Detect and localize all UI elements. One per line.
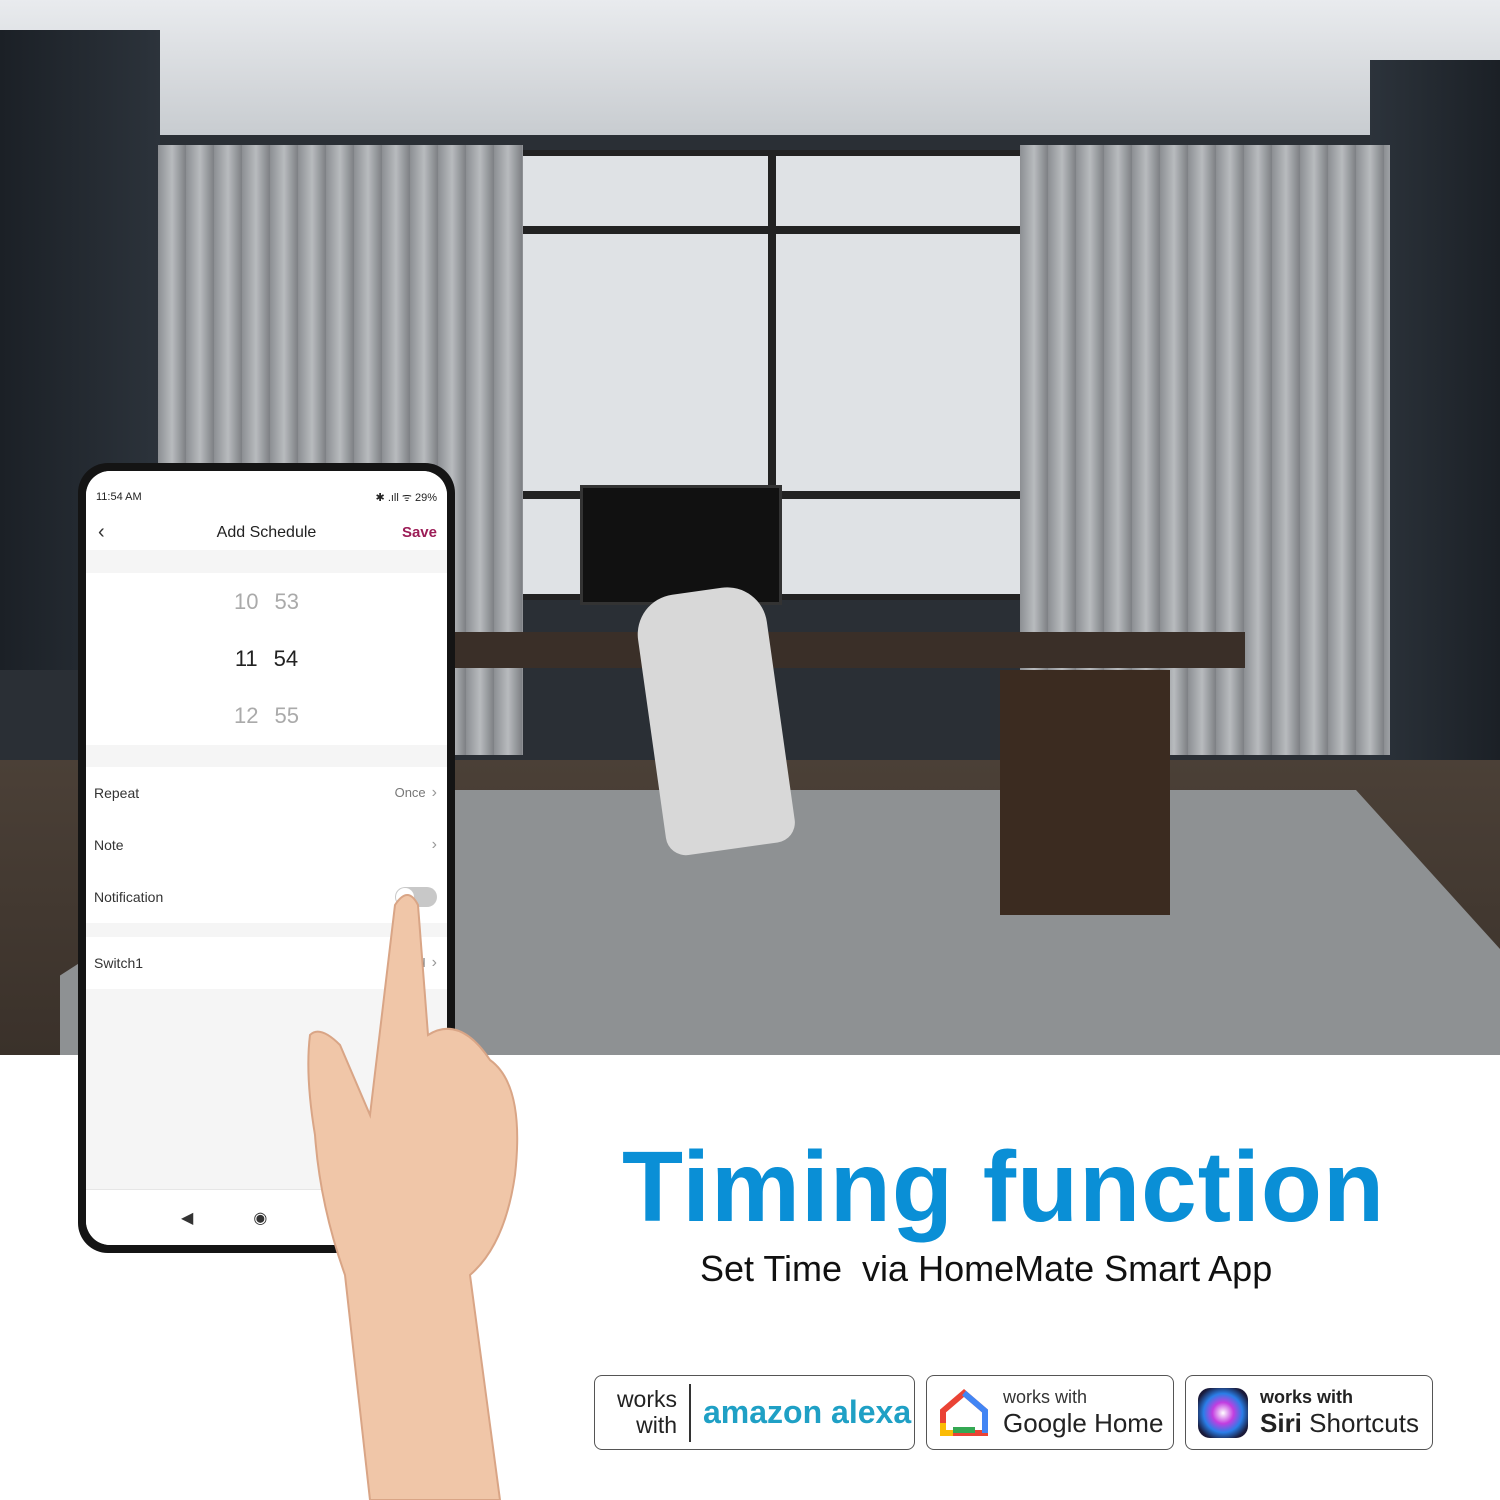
picker-row[interactable]: 12 55	[234, 703, 299, 729]
desk	[455, 632, 1245, 668]
page-title: Add Schedule	[216, 523, 317, 541]
minute: 55	[274, 703, 299, 729]
siri-label: Siri	[1260, 1407, 1302, 1438]
subheadline: Set Time via HomeMate Smart App	[700, 1248, 1273, 1289]
chevron-right-icon: ›	[431, 784, 437, 801]
time-picker[interactable]: 10 53 11 54 12 55	[86, 573, 447, 745]
hand-image	[307, 894, 519, 1500]
chevron-right-icon: ›	[431, 836, 437, 853]
app-bar: ‹ Add Schedule Save	[86, 515, 447, 550]
status-time: 11:54 AM	[96, 491, 142, 503]
nav-back-icon[interactable]: ◀	[181, 1208, 193, 1228]
status-bar: 11:54 AM ✱ .ıll ᯤ 29%	[86, 471, 447, 515]
alexa-logo: amazon alexa	[703, 1394, 912, 1430]
works-with-text: works with	[1260, 1386, 1354, 1407]
google-home-label: Google Home	[1003, 1407, 1164, 1438]
repeat-row[interactable]: Repeat Once ›	[86, 767, 447, 819]
repeat-label: Repeat	[94, 785, 140, 801]
switch1-label: Switch1	[94, 955, 144, 971]
google-home-icon	[940, 1388, 988, 1436]
status-icons: ✱ .ıll ᯤ 29%	[375, 491, 437, 504]
repeat-value: Once	[394, 785, 426, 800]
divider	[689, 1383, 691, 1442]
alexa-works-with: works with	[595, 1386, 677, 1438]
nav-home-icon[interactable]: ◉	[253, 1208, 267, 1228]
note-label: Note	[94, 837, 124, 853]
back-icon[interactable]: ‹	[98, 521, 105, 544]
minute: 53	[274, 588, 299, 614]
siri-text: works with Siri Shortcuts	[1260, 1387, 1419, 1439]
minute: 54	[273, 645, 299, 671]
shortcuts-label: Shortcuts	[1309, 1407, 1419, 1438]
monitor	[580, 485, 782, 605]
save-button[interactable]: Save	[402, 524, 437, 541]
hour: 11	[234, 645, 258, 671]
hour: 12	[234, 703, 259, 729]
works-text: works	[616, 1386, 677, 1413]
google-home-text: works with Google Home	[1003, 1387, 1163, 1439]
notification-label: Notification	[94, 889, 164, 905]
google-home-badge: works with Google Home	[926, 1375, 1174, 1450]
works-with-text: works with	[1003, 1386, 1088, 1407]
ceiling	[0, 0, 1500, 135]
siri-icon	[1198, 1387, 1248, 1438]
headline: Timing function	[622, 1131, 1386, 1243]
picker-row-selected[interactable]: 11 54	[235, 646, 298, 672]
alexa-badge: works with amazon alexa	[594, 1375, 915, 1450]
hour: 10	[234, 588, 259, 614]
picker-row[interactable]: 10 53	[234, 589, 299, 615]
note-row[interactable]: Note ›	[86, 819, 447, 871]
desk-cabinet	[1000, 670, 1170, 915]
with-text: with	[636, 1411, 677, 1438]
siri-shortcuts-badge: works with Siri Shortcuts	[1185, 1375, 1433, 1450]
